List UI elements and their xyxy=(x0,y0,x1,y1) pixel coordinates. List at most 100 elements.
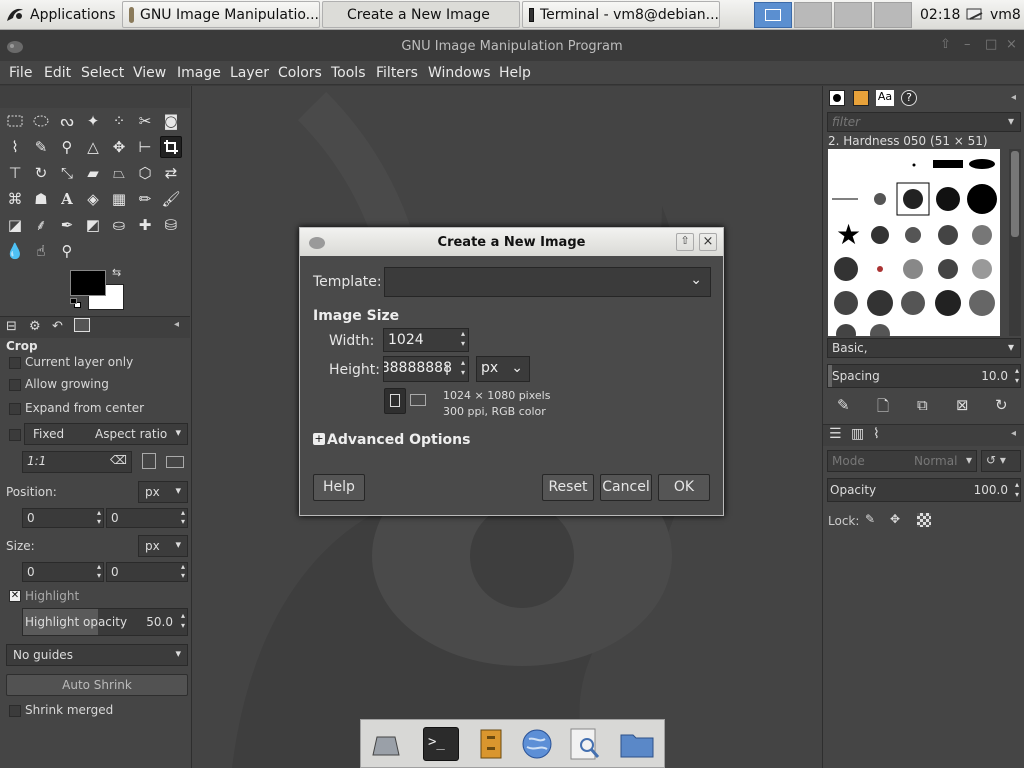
task-create-new-image[interactable]: Create a New Image xyxy=(322,1,520,28)
folder-icon[interactable] xyxy=(619,727,655,761)
template-select[interactable]: ⌄ xyxy=(384,267,711,297)
menu-image[interactable]: Image xyxy=(177,65,221,81)
spin-arrows-icon[interactable]: ▴ ▾ xyxy=(97,562,101,580)
spin-arrows-icon[interactable]: ▴ ▾ xyxy=(181,611,185,631)
cage-transform-icon[interactable]: ⌘ xyxy=(4,188,26,210)
heal-icon[interactable]: ✚ xyxy=(134,214,156,236)
smudge-icon[interactable]: ☝ xyxy=(30,240,52,262)
auto-shrink-button[interactable]: Auto Shrink xyxy=(6,674,188,696)
brush-grid[interactable]: ★ xyxy=(828,149,1000,336)
dialog-shade-button[interactable]: ⇧ xyxy=(676,233,694,251)
highlight-opacity-slider[interactable]: Highlight opacity 50.0 ▴ ▾ xyxy=(22,608,188,636)
bucket-fill-icon[interactable]: ◈ xyxy=(82,188,104,210)
spacing-slider[interactable]: Spacing 10.0 ▴ ▾ xyxy=(827,364,1021,388)
paintbrush-icon[interactable]: 🖌 xyxy=(160,188,182,210)
close-icon[interactable]: × xyxy=(1006,37,1017,52)
portrait-button[interactable] xyxy=(384,388,406,414)
menu-filters[interactable]: Filters xyxy=(376,65,418,81)
search-icon[interactable] xyxy=(567,727,603,761)
task-terminal[interactable]: Terminal - vm8@debian... xyxy=(522,1,720,28)
measure-icon[interactable]: △ xyxy=(82,136,104,158)
fonts-tab-icon[interactable]: Aa xyxy=(876,90,894,106)
layers-list[interactable] xyxy=(825,532,1023,766)
cancel-button[interactable]: Cancel xyxy=(600,474,652,501)
advanced-options-toggle[interactable]: Advanced Options xyxy=(327,432,470,448)
spin-arrows-icon[interactable]: ▴ ▾ xyxy=(97,508,101,526)
workspace-4[interactable] xyxy=(874,2,912,28)
zoom-icon[interactable]: ⚲ xyxy=(56,136,78,158)
height-input[interactable]: 888888888 ▴▾ xyxy=(383,356,469,382)
spin-arrows-icon[interactable]: ▴ ▾ xyxy=(181,562,185,580)
layers-tab-icon[interactable]: ☰ xyxy=(829,426,842,442)
move-icon[interactable]: ✥ xyxy=(108,136,130,158)
perspective-icon[interactable]: ⏢ xyxy=(108,162,130,184)
spin-arrows-icon[interactable]: ▴ ▾ xyxy=(1015,366,1019,386)
expand-from-center-checkbox[interactable] xyxy=(9,403,21,415)
images-tab-icon[interactable] xyxy=(74,318,90,332)
perspective-clone-icon[interactable]: ⛁ xyxy=(160,214,182,236)
dodge-burn-icon[interactable]: ⚲ xyxy=(56,240,78,262)
reset-button[interactable]: Reset xyxy=(542,474,594,501)
scale-icon[interactable]: ⤡ xyxy=(56,162,78,184)
minimize-icon[interactable]: – xyxy=(964,37,971,52)
wilber-drop-area[interactable] xyxy=(0,86,190,108)
dialog-close-button[interactable]: × xyxy=(699,233,717,251)
unit-select[interactable]: px ⌄ xyxy=(476,356,530,382)
workspace-2[interactable] xyxy=(794,2,832,28)
patterns-tab-icon[interactable] xyxy=(853,90,869,106)
fixed-checkbox[interactable] xyxy=(9,429,21,441)
size-height-input[interactable]: 0 ▴ ▾ xyxy=(106,562,188,582)
configure-tab-icon[interactable]: ◂ xyxy=(174,319,179,330)
menu-file[interactable]: File xyxy=(9,65,32,81)
foreground-color-swatch[interactable] xyxy=(70,270,106,296)
file-cabinet-icon[interactable] xyxy=(473,727,509,761)
crop-icon[interactable] xyxy=(160,136,182,158)
text-tool-icon[interactable]: A xyxy=(56,188,78,210)
airbrush-icon[interactable]: ⸙ xyxy=(30,214,52,236)
brushes-tab-icon[interactable] xyxy=(829,90,845,106)
refresh-brushes-icon[interactable]: ↻ xyxy=(995,396,1008,414)
lock-pixels-icon[interactable]: ✎ xyxy=(865,512,875,526)
eraser-icon[interactable]: ◪ xyxy=(4,214,26,236)
edit-brush-icon[interactable]: ✎ xyxy=(837,396,850,414)
help-button[interactable]: Help xyxy=(313,474,365,501)
paths-tab-icon[interactable]: ⌇ xyxy=(873,426,880,442)
channels-tab-icon[interactable]: ▥ xyxy=(851,426,864,442)
swap-colors-icon[interactable]: ⇆ xyxy=(112,266,121,279)
lock-alpha-icon[interactable] xyxy=(917,513,931,527)
layer-mode-select[interactable]: Mode Normal ▾ xyxy=(827,450,977,472)
clock[interactable]: 02:18 xyxy=(914,1,960,28)
shear-icon[interactable]: ▰ xyxy=(82,162,104,184)
spin-arrows-icon[interactable]: ▴ ▾ xyxy=(181,508,185,526)
menu-windows[interactable]: Windows xyxy=(428,65,491,81)
align-icon[interactable]: ⊢ xyxy=(134,136,156,158)
spin-arrows-icon[interactable]: ▴ ▾ xyxy=(461,329,465,349)
select-by-color-icon[interactable]: ⁘ xyxy=(108,110,130,132)
foreground-select-icon[interactable]: ◙ xyxy=(160,110,182,132)
position-x-input[interactable]: 0 ▴ ▾ xyxy=(22,508,104,528)
clone-icon[interactable]: ⛀ xyxy=(108,214,130,236)
device-status-tab-icon[interactable]: ⚙ xyxy=(29,319,41,334)
guides-select[interactable]: No guides ▾ xyxy=(6,644,188,666)
3d-transform-icon[interactable]: ⬡ xyxy=(134,162,156,184)
ratio-input[interactable]: 1:1 ⌫ xyxy=(22,451,132,473)
ellipse-select-icon[interactable] xyxy=(30,110,52,132)
menu-view[interactable]: View xyxy=(133,65,166,81)
ink-icon[interactable]: ✒ xyxy=(56,214,78,236)
shrink-merged-checkbox[interactable] xyxy=(9,705,21,717)
lock-position-icon[interactable]: ✥ xyxy=(890,512,900,526)
clear-icon[interactable]: ⌫ xyxy=(110,453,127,467)
menu-help[interactable]: Help xyxy=(499,65,531,81)
help-tab-icon[interactable]: ? xyxy=(901,90,917,106)
mode-reset-button[interactable]: ↺ ▾ xyxy=(981,450,1021,472)
pencil-icon[interactable]: ✏ xyxy=(134,188,156,210)
portrait-icon[interactable] xyxy=(142,453,156,469)
undo-history-tab-icon[interactable]: ↶ xyxy=(52,319,63,334)
rect-select-icon[interactable] xyxy=(4,110,26,132)
warp-transform-icon[interactable]: ☗ xyxy=(30,188,52,210)
new-brush-icon[interactable]: 🗋 xyxy=(877,396,889,421)
landscape-icon[interactable] xyxy=(166,456,184,468)
menu-select[interactable]: Select xyxy=(81,65,124,81)
brush-preset-select[interactable]: Basic, ▾ xyxy=(827,338,1021,358)
size-width-input[interactable]: 0 ▴ ▾ xyxy=(22,562,104,582)
